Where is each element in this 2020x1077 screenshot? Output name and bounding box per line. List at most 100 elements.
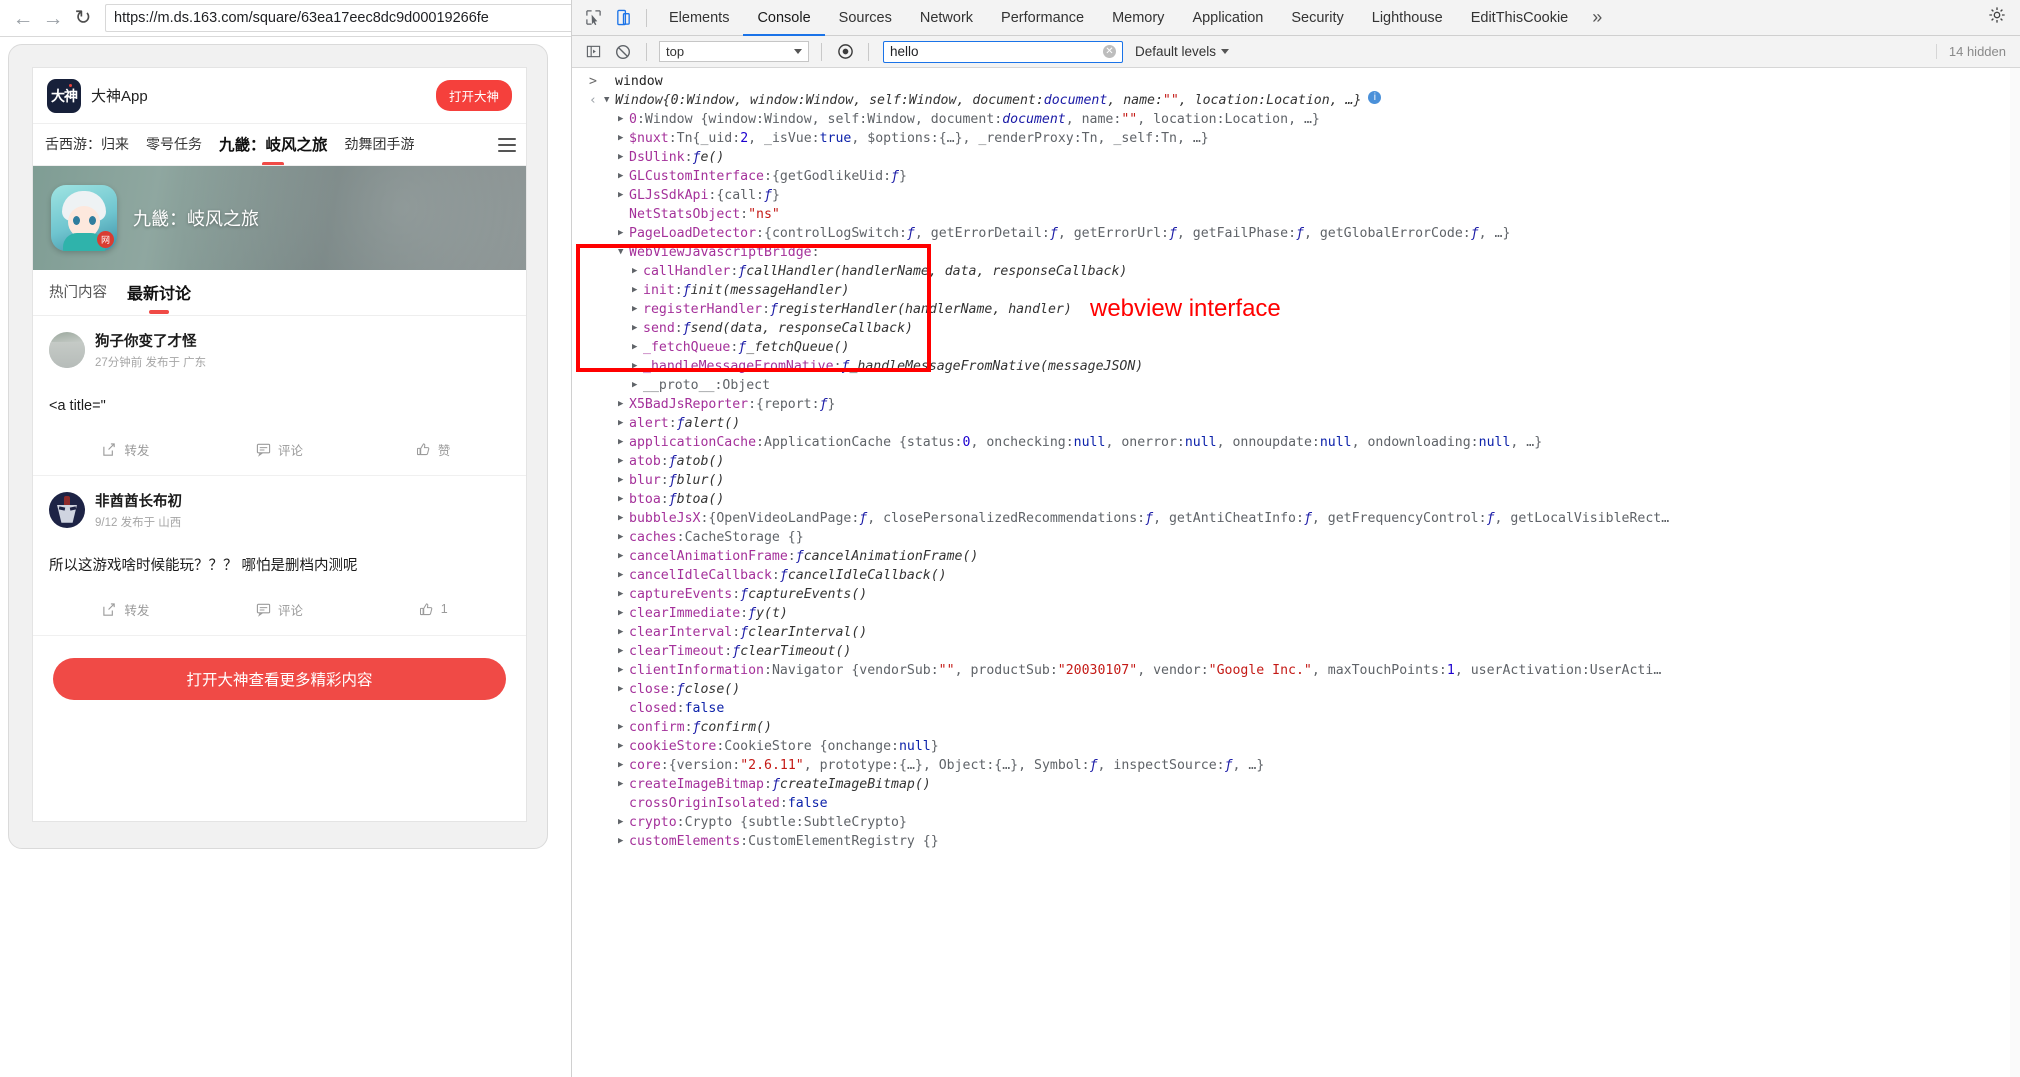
console-row[interactable]: ▶ atob: ƒ atob() xyxy=(572,452,2020,471)
triangle-right-icon[interactable]: ▶ xyxy=(632,281,643,300)
console-row[interactable]: ▶ _fetchQueue: ƒ _fetchQueue() xyxy=(572,338,2020,357)
console-row[interactable]: ▶ __proto__: Object xyxy=(572,376,2020,395)
console-row[interactable]: ▶ clientInformation: Navigator {vendorSub… xyxy=(572,661,2020,680)
triangle-right-icon[interactable]: ▶ xyxy=(618,547,629,566)
triangle-right-icon[interactable]: ▶ xyxy=(618,680,629,699)
console-row[interactable]: ▶ clearInterval: ƒ clearInterval() xyxy=(572,623,2020,642)
game-tab[interactable]: 舌西游：归来 xyxy=(45,134,129,156)
tab-lighthouse[interactable]: Lighthouse xyxy=(1358,0,1457,36)
console-row[interactable]: ▶ btoa: ƒ btoa() xyxy=(572,490,2020,509)
forward-arrow-icon[interactable]: → xyxy=(38,3,68,33)
console-row[interactable]: ▼ WebViewJavascriptBridge: xyxy=(572,243,2020,262)
console-row[interactable]: ▶ confirm: ƒ confirm() xyxy=(572,718,2020,737)
console-row[interactable]: ▶ captureEvents: ƒ captureEvents() xyxy=(572,585,2020,604)
console-row[interactable]: crossOriginIsolated: false xyxy=(572,794,2020,813)
console-row[interactable]: ▶ GLCustomInterface: {getGodlikeUid: ƒ} xyxy=(572,167,2020,186)
console-filter-input[interactable]: hello ✕ xyxy=(883,40,1123,63)
device-toolbar-icon[interactable] xyxy=(608,3,638,33)
triangle-right-icon[interactable]: ▶ xyxy=(632,357,643,376)
console-row[interactable]: ▶ send: ƒ send(data, responseCallback) xyxy=(572,319,2020,338)
execution-context-select[interactable]: top xyxy=(659,41,809,62)
tab-console[interactable]: Console xyxy=(743,0,825,36)
triangle-right-icon[interactable]: ▶ xyxy=(618,775,629,794)
console-row[interactable]: ▶ callHandler: ƒ callHandler(handlerName,… xyxy=(572,262,2020,281)
console-row[interactable]: ▶ crypto: Crypto {subtle: SubtleCrypto} xyxy=(572,813,2020,832)
triangle-right-icon[interactable]: ▶ xyxy=(632,338,643,357)
triangle-right-icon[interactable]: ▶ xyxy=(618,471,629,490)
console-row[interactable]: ▶ PageLoadDetector: {controlLogSwitch: ƒ,… xyxy=(572,224,2020,243)
triangle-right-icon[interactable]: ▶ xyxy=(632,319,643,338)
triangle-right-icon[interactable]: ▶ xyxy=(618,509,629,528)
triangle-right-icon[interactable]: ▶ xyxy=(618,813,629,832)
console-scrollbar[interactable] xyxy=(2010,68,2020,1077)
triangle-right-icon[interactable]: ▶ xyxy=(618,737,629,756)
game-tab[interactable]: 劲舞团手游 xyxy=(345,134,415,156)
tab-elements[interactable]: Elements xyxy=(655,0,743,36)
console-row[interactable]: ▶ 0: Window {window: Window, self: Window… xyxy=(572,110,2020,129)
console-row[interactable]: ‹ ▼ Window {0: Window, window: Window, sel… xyxy=(572,91,2020,110)
clear-console-icon[interactable] xyxy=(608,37,638,67)
live-expression-icon[interactable] xyxy=(830,37,860,67)
console-row[interactable]: ▶ GLJsSdkApi: {call: ƒ} xyxy=(572,186,2020,205)
triangle-right-icon[interactable]: ▶ xyxy=(632,376,643,395)
triangle-right-icon[interactable]: ▶ xyxy=(618,167,629,186)
console-row[interactable]: NetStatsObject: "ns" xyxy=(572,205,2020,224)
console-row[interactable]: ▶ init: ƒ init(messageHandler) xyxy=(572,281,2020,300)
console-row[interactable]: closed: false xyxy=(572,699,2020,718)
triangle-right-icon[interactable]: ▶ xyxy=(618,414,629,433)
console-row[interactable]: ▶ customElements: CustomElementRegistry {… xyxy=(572,832,2020,851)
like-action[interactable]: 赞 xyxy=(356,440,510,459)
post-item[interactable]: 非酋酋长布初 9/12 发布于 山西 所以这游戏啥时候能玩？？？ 哪怕是删档内测… xyxy=(33,475,526,636)
open-app-cta-button[interactable]: 打开大神查看更多精彩内容 xyxy=(53,657,506,700)
triangle-down-icon[interactable]: ▼ xyxy=(604,91,615,110)
triangle-right-icon[interactable]: ▶ xyxy=(632,262,643,281)
console-row[interactable]: ▶ clearTimeout: ƒ clearTimeout() xyxy=(572,642,2020,661)
console-row[interactable]: ▶ X5BadJsReporter: {report: ƒ} xyxy=(572,395,2020,414)
console-row[interactable]: ▶ blur: ƒ blur() xyxy=(572,471,2020,490)
overflow-chevrons-icon[interactable]: » xyxy=(1582,7,1612,28)
comment-action[interactable]: 评论 xyxy=(203,600,357,619)
console-row[interactable]: ▶ createImageBitmap: ƒ createImageBitmap(… xyxy=(572,775,2020,794)
console-row[interactable]: ▶ close: ƒ close() xyxy=(572,680,2020,699)
triangle-right-icon[interactable]: ▶ xyxy=(618,433,629,452)
triangle-right-icon[interactable]: ▶ xyxy=(618,224,629,243)
triangle-right-icon[interactable]: ▶ xyxy=(618,395,629,414)
menu-hamburger-icon[interactable] xyxy=(498,137,516,152)
triangle-right-icon[interactable]: ▶ xyxy=(618,566,629,585)
triangle-right-icon[interactable]: ▶ xyxy=(618,756,629,775)
triangle-right-icon[interactable]: ▶ xyxy=(618,110,629,129)
triangle-right-icon[interactable]: ▶ xyxy=(618,604,629,623)
triangle-right-icon[interactable]: ▶ xyxy=(618,623,629,642)
post-username[interactable]: 狗子你变了才怪 xyxy=(95,330,206,351)
post-item[interactable]: 狗子你变了才怪 27分钟前 发布于 广东 <a title=" 转发 评论 赞 xyxy=(33,316,526,476)
tab-editthiscookie[interactable]: EditThisCookie xyxy=(1457,0,1583,36)
triangle-right-icon[interactable]: ▶ xyxy=(618,490,629,509)
triangle-right-icon[interactable]: ▶ xyxy=(618,148,629,167)
inspect-element-icon[interactable] xyxy=(578,3,608,33)
console-row[interactable]: ▶ cancelIdleCallback: ƒ cancelIdleCallbac… xyxy=(572,566,2020,585)
share-action[interactable]: 转发 xyxy=(49,600,203,619)
console-row[interactable]: ▶ alert: ƒ alert() xyxy=(572,414,2020,433)
tab-sources[interactable]: Sources xyxy=(825,0,906,36)
console-row[interactable]: ▶ $nuxt: Tn {_uid: 2, _isVue: true, $opti… xyxy=(572,129,2020,148)
tab-security[interactable]: Security xyxy=(1277,0,1357,36)
triangle-right-icon[interactable]: ▶ xyxy=(618,452,629,471)
console-row[interactable]: ▶ clearImmediate: ƒ y(t) xyxy=(572,604,2020,623)
console-row[interactable]: ▶ DsUlink: ƒ e() xyxy=(572,148,2020,167)
avatar[interactable] xyxy=(49,491,85,528)
console-row[interactable]: > window xyxy=(572,72,2020,91)
comment-action[interactable]: 评论 xyxy=(203,440,357,459)
clear-filter-icon[interactable]: ✕ xyxy=(1103,45,1116,58)
like-action[interactable]: 1 xyxy=(356,602,510,617)
reload-icon[interactable]: ↻ xyxy=(68,3,98,33)
gear-icon[interactable] xyxy=(1974,6,2020,29)
tab-hot-content[interactable]: 热门内容 xyxy=(49,281,107,304)
tab-network[interactable]: Network xyxy=(906,0,987,36)
triangle-right-icon[interactable]: ▶ xyxy=(618,718,629,737)
avatar[interactable] xyxy=(49,332,85,368)
triangle-right-icon[interactable]: ▶ xyxy=(618,528,629,547)
console-row[interactable]: ▶ cancelAnimationFrame: ƒ cancelAnimation… xyxy=(572,547,2020,566)
console-row[interactable]: ▶ _handleMessageFromNative: ƒ _handleMess… xyxy=(572,357,2020,376)
info-badge-icon[interactable]: i xyxy=(1368,91,1382,104)
triangle-down-icon[interactable]: ▼ xyxy=(618,243,629,262)
